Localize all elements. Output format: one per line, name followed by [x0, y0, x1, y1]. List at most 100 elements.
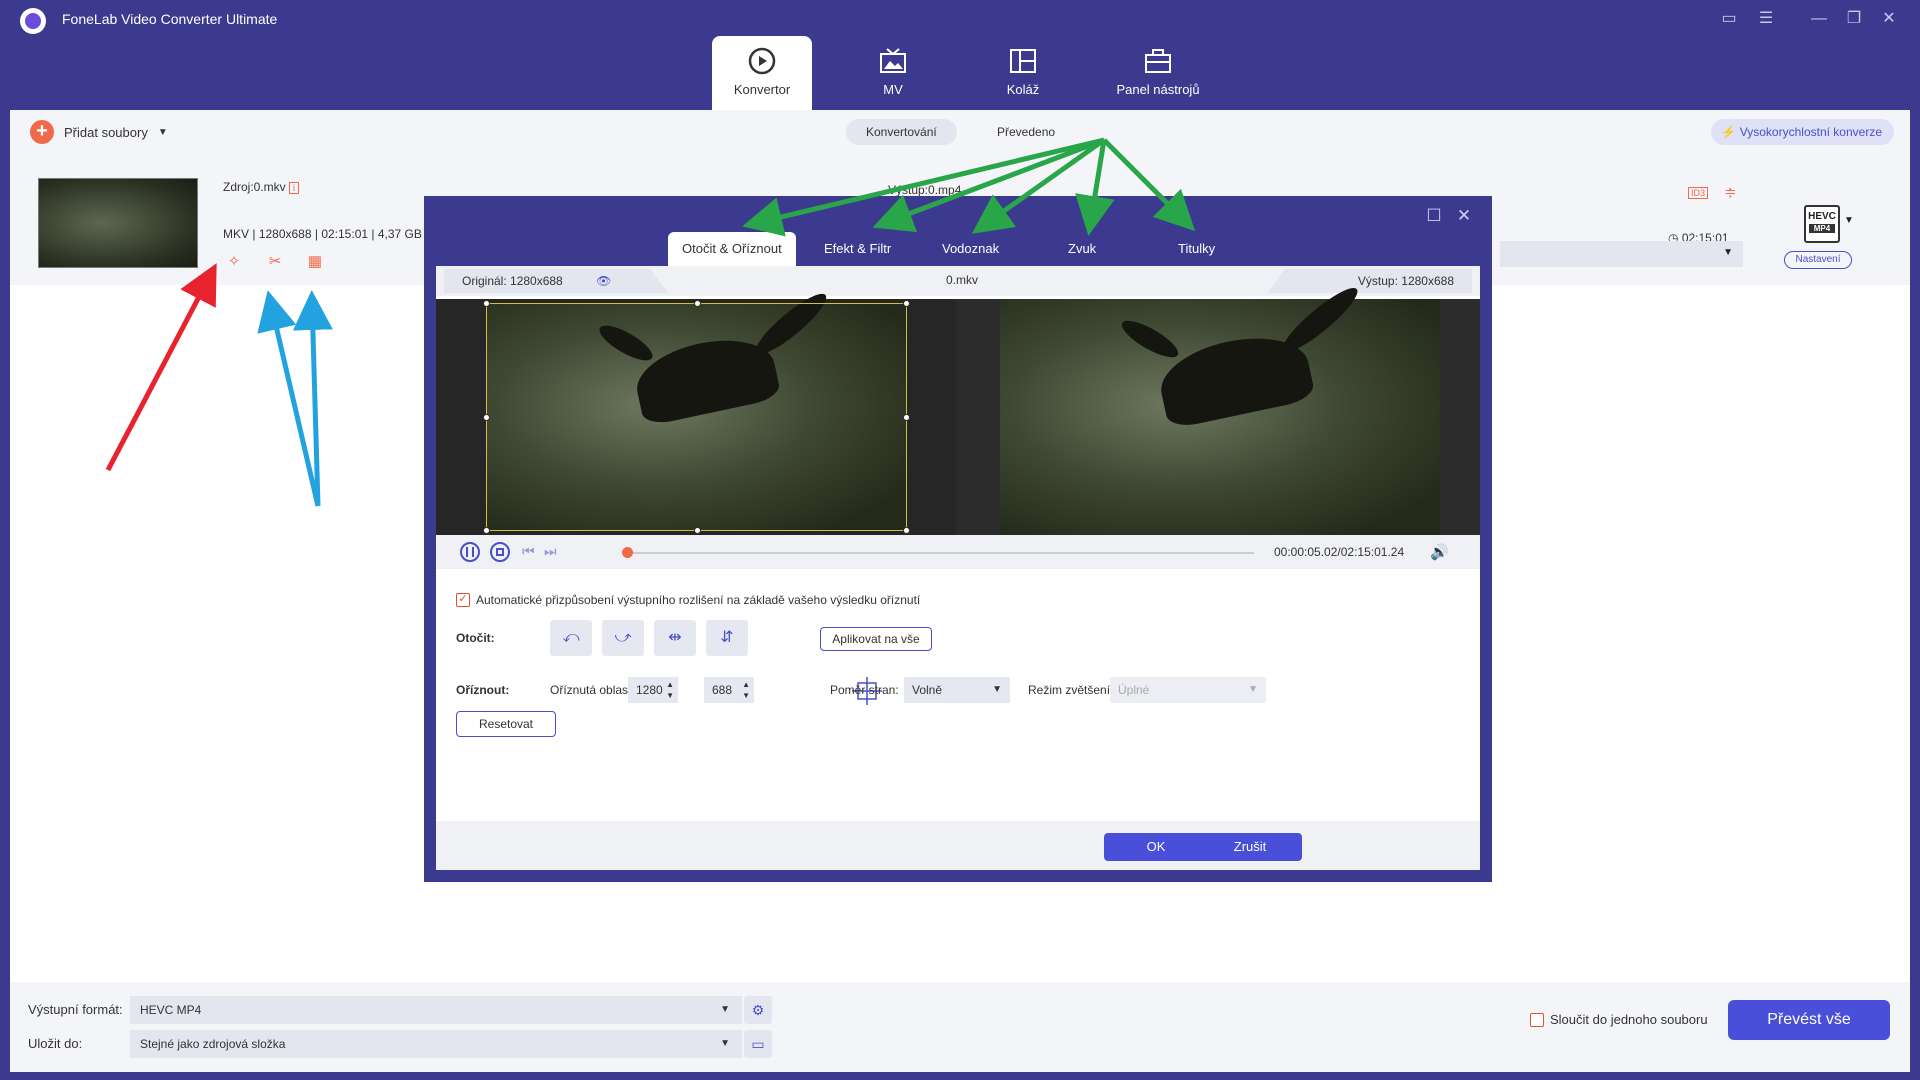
plus-icon: + [30, 120, 54, 144]
preview-area [436, 280, 1480, 535]
crop-handle[interactable] [483, 414, 490, 421]
checkbox-icon[interactable] [1530, 1012, 1544, 1027]
source-name: Zdroj:0.mkv i [223, 180, 300, 194]
format-badge[interactable]: HEVC MP4 [1804, 205, 1840, 243]
progress-track[interactable] [624, 552, 1254, 554]
save-to-select[interactable]: Stejné jako zdrojová složka ▼ [130, 1030, 742, 1058]
output-frame [1000, 280, 1440, 535]
restore-icon[interactable]: ❐ [1843, 8, 1865, 30]
zoom-select: Úplné ▼ [1110, 677, 1266, 703]
save-to-label: Uložit do: [28, 1036, 83, 1051]
crop-label: Oříznout: [456, 683, 510, 697]
stepper-icon: ▲ ▼ [666, 680, 674, 700]
reset-button[interactable]: Resetovat [456, 711, 556, 737]
crop-height-input[interactable]: 688 ▲ ▼ [704, 677, 754, 703]
tab-konvertor[interactable]: Konvertor [712, 36, 812, 110]
stop-icon[interactable] [490, 542, 510, 562]
chevron-down-icon: ▼ [720, 1038, 730, 1049]
tab-subtitles[interactable]: Titulky [1164, 232, 1229, 266]
cancel-button[interactable]: Zrušit [1198, 833, 1302, 861]
edit-icon[interactable]: ▦ [306, 253, 324, 271]
bottom-bar: Výstupní formát: HEVC MP4 ▼ ⚙ Uložit do: … [10, 982, 1910, 1072]
turbo-conversion-button[interactable]: ⚡ Vysokorychlostní konverze [1711, 119, 1894, 145]
format-settings-icon[interactable]: ⚙ [744, 996, 772, 1024]
bird-shape [1117, 314, 1183, 364]
flip-vertical-icon[interactable]: ⇵ [706, 620, 748, 656]
chevron-down-icon: ▼ [1248, 684, 1258, 695]
rotate-left-icon[interactable]: ⤺ [550, 620, 592, 656]
chevron-down-icon: ▼ [720, 1004, 730, 1015]
rotate-right-icon[interactable]: ⤻ [602, 620, 644, 656]
auto-adjust-row[interactable]: ✓ Automatické přizpůsobení výstupního ro… [456, 593, 920, 607]
preview-filename: 0.mkv [946, 273, 979, 287]
output-format-label: Výstupní formát: [28, 1002, 123, 1017]
zoom-label: Režim zvětšení: [1028, 683, 1114, 697]
crop-selection[interactable] [483, 300, 910, 534]
tab-label: MV [883, 82, 903, 97]
mv-icon [880, 48, 906, 73]
tab-converting[interactable]: Konvertování [846, 119, 957, 145]
dialog-footer: OK Zrušit [436, 821, 1480, 870]
feedback-icon[interactable]: ▭ [1718, 8, 1740, 30]
output-preview [960, 280, 1480, 535]
chevron-down-icon[interactable]: ▼ [1844, 215, 1854, 226]
video-thumbnail[interactable] [38, 178, 198, 268]
crop-handle[interactable] [483, 527, 490, 534]
convert-all-button[interactable]: Převést vše [1728, 1000, 1890, 1040]
ok-button[interactable]: OK [1104, 833, 1208, 861]
compare-icon[interactable]: ≑ [1724, 183, 1737, 201]
tab-mv[interactable]: MV [843, 36, 943, 110]
crop-area-label: Oříznutá oblast: [550, 683, 635, 697]
volume-icon[interactable]: 🔊 [1430, 543, 1449, 561]
chevron-down-icon[interactable]: ▼ [158, 127, 168, 138]
enhance-icon[interactable]: ✧ [225, 253, 243, 271]
stepper-icon: ▲ ▼ [742, 680, 750, 700]
apply-all-button[interactable]: Aplikovat na vše [820, 627, 932, 651]
tab-converted[interactable]: Převedeno [977, 119, 1075, 145]
source-duration: 02:15:01 [321, 227, 369, 241]
original-resolution: Originál: 1280x688 👁 [444, 269, 668, 293]
info-icon[interactable]: i [289, 182, 300, 194]
menu-icon[interactable]: ☰ [1755, 8, 1777, 30]
checkbox-checked-icon[interactable]: ✓ [456, 593, 470, 607]
crop-handle[interactable] [903, 300, 910, 307]
tab-effect-filter[interactable]: Efekt & Filtr [810, 232, 905, 266]
tab-collage[interactable]: Koláž [973, 36, 1073, 110]
settings-button[interactable]: Nastavení [1784, 251, 1852, 269]
crop-handle[interactable] [694, 300, 701, 307]
minimize-icon[interactable]: — [1808, 8, 1830, 30]
output-format-select[interactable]: HEVC MP4 ▼ [130, 996, 742, 1024]
add-files-label: Přidat soubory [64, 124, 148, 140]
eye-icon[interactable]: 👁 [596, 274, 611, 288]
tab-toolbox[interactable]: Panel nástrojů [1103, 36, 1213, 110]
crop-handle[interactable] [694, 527, 701, 534]
tab-rotate-crop[interactable]: Otočit & Oříznout [668, 232, 796, 266]
cut-icon[interactable]: ✂ [266, 253, 284, 271]
close-icon[interactable]: ✕ [1878, 8, 1900, 30]
edit-dialog: ☐ ✕ Otočit & Oříznout Efekt & Filtr Vodo… [424, 196, 1492, 882]
crop-handle[interactable] [903, 527, 910, 534]
id3-icon[interactable]: ID3 [1688, 187, 1709, 199]
source-resolution: 1280x688 [258, 227, 312, 241]
output-dropdown[interactable]: ▼ [1500, 241, 1743, 267]
rotate-label: Otočit: [456, 631, 495, 645]
skip-back-icon[interactable]: ⏮ [522, 543, 535, 560]
tab-watermark[interactable]: Vodoznak [928, 232, 1013, 266]
turbo-label: Vysokorychlostní konverze [1739, 125, 1882, 139]
flip-horizontal-icon[interactable]: ⇹ [654, 620, 696, 656]
aspect-select[interactable]: Volně ▼ [904, 677, 1010, 703]
crop-handle[interactable] [903, 414, 910, 421]
folder-icon[interactable]: ▭ [744, 1030, 772, 1058]
tab-audio[interactable]: Zvuk [1054, 232, 1110, 266]
crop-handle[interactable] [483, 300, 490, 307]
maximize-icon[interactable]: ☐ [1424, 206, 1444, 226]
close-icon[interactable]: ✕ [1454, 206, 1474, 226]
merge-checkbox[interactable]: Sloučit do jednoho souboru [1530, 1012, 1708, 1027]
pause-icon[interactable] [460, 542, 480, 562]
crop-width-input[interactable]: 1280 ▲ ▼ [628, 677, 678, 703]
add-files-button[interactable]: + Přidat soubory ▼ [30, 120, 168, 144]
playback-controls: ⏮ ⏭ 00:00:05.02/02:15:01.24 🔊 [436, 535, 1480, 569]
skip-forward-icon[interactable]: ⏭ [544, 543, 557, 560]
source-size: 4,37 GB [377, 227, 422, 241]
progress-thumb[interactable] [622, 547, 633, 558]
